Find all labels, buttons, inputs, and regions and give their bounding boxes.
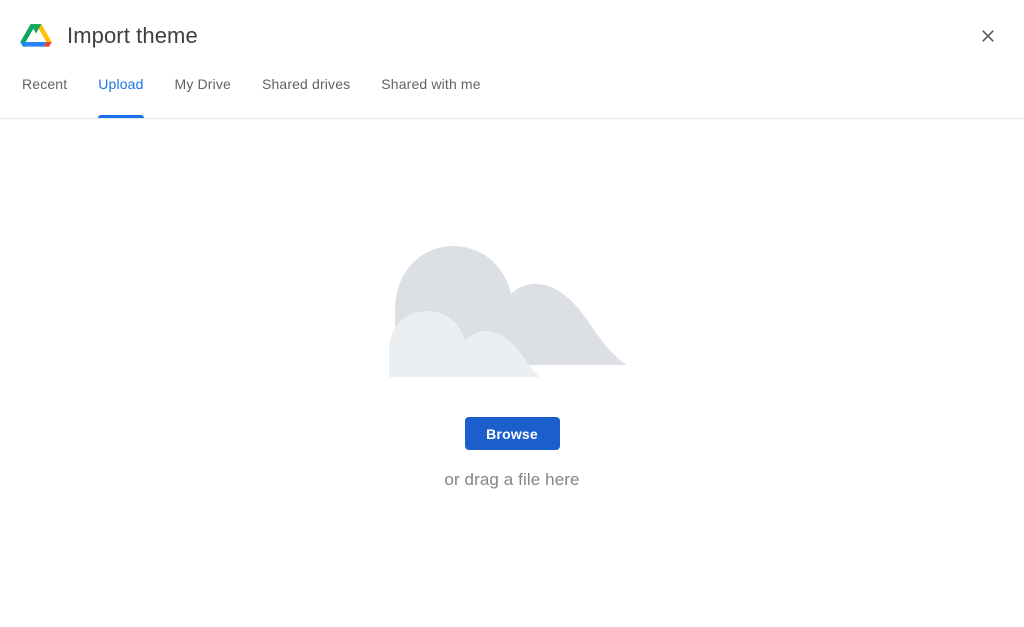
cloud-upload-illustration-icon	[387, 232, 637, 377]
brand: Import theme	[20, 22, 198, 50]
drag-file-hint: or drag a file here	[444, 470, 580, 489]
close-icon	[978, 26, 998, 46]
tab-active-underline	[98, 115, 144, 118]
tab-shared-with-me[interactable]: Shared with me	[369, 72, 492, 118]
tab-label: Shared with me	[381, 76, 481, 92]
upload-dropzone[interactable]: Browse or drag a file here	[0, 119, 1024, 626]
dialog-header: Import theme	[0, 0, 1024, 72]
browse-button[interactable]: Browse	[464, 417, 560, 450]
google-drive-logo-icon	[20, 22, 52, 50]
tab-label: My Drive	[174, 76, 231, 92]
tab-shared-drives[interactable]: Shared drives	[250, 72, 362, 118]
page-title: Import theme	[67, 23, 198, 48]
tab-recent[interactable]: Recent	[10, 72, 79, 118]
import-theme-dialog: Import theme Recent Upload My Drive Shar…	[0, 0, 1024, 627]
close-button[interactable]	[966, 14, 1010, 58]
tab-label: Recent	[22, 76, 68, 92]
tab-upload[interactable]: Upload	[86, 72, 155, 118]
tab-label: Upload	[98, 76, 144, 92]
tabbar: Recent Upload My Drive Shared drives Sha…	[0, 72, 1024, 119]
tab-my-drive[interactable]: My Drive	[163, 72, 243, 118]
tab-label: Shared drives	[261, 76, 351, 92]
